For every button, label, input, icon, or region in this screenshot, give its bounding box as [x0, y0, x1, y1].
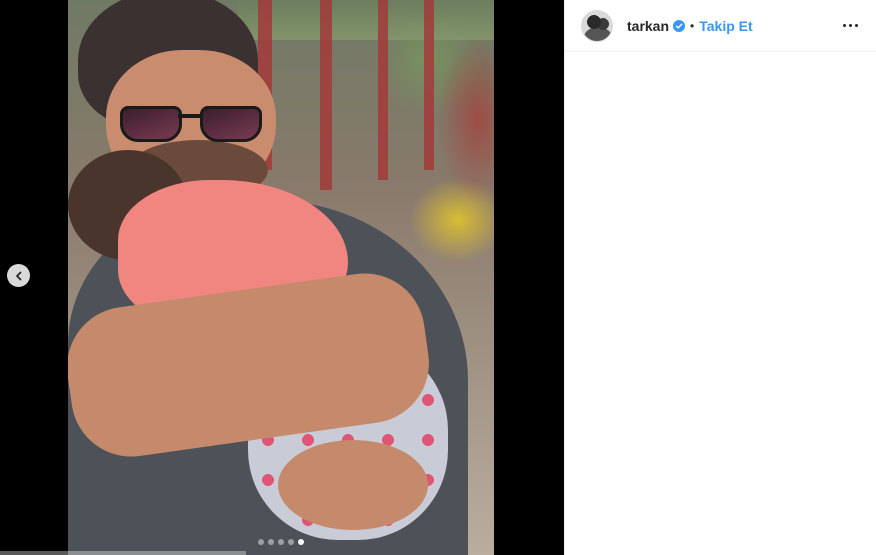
carousel-dot: [288, 539, 294, 545]
chevron-left-icon: [15, 271, 21, 280]
carousel-dot: [298, 539, 304, 545]
avatar[interactable]: [581, 9, 613, 42]
post-sidebar: tarkan • Takip Et: [564, 0, 876, 555]
more-options-icon: [842, 24, 846, 27]
separator-dot: •: [690, 18, 695, 33]
username-link[interactable]: tarkan: [627, 18, 669, 34]
post-media: [0, 0, 564, 555]
post-dialog: tarkan • Takip Et: [0, 0, 876, 555]
author-info: tarkan • Takip Et: [627, 18, 753, 34]
previous-slide-button[interactable]: [7, 264, 30, 287]
follow-button[interactable]: Takip Et: [699, 18, 752, 34]
verified-badge-icon: [673, 19, 686, 32]
carousel-dot: [278, 539, 284, 545]
carousel-dot: [258, 539, 264, 545]
media-progress-bar: [0, 551, 246, 555]
carousel-indicators: [68, 539, 494, 545]
post-header: tarkan • Takip Et: [565, 0, 876, 52]
carousel-dot: [268, 539, 274, 545]
post-photo[interactable]: [68, 0, 494, 555]
more-options-button[interactable]: [838, 14, 862, 38]
